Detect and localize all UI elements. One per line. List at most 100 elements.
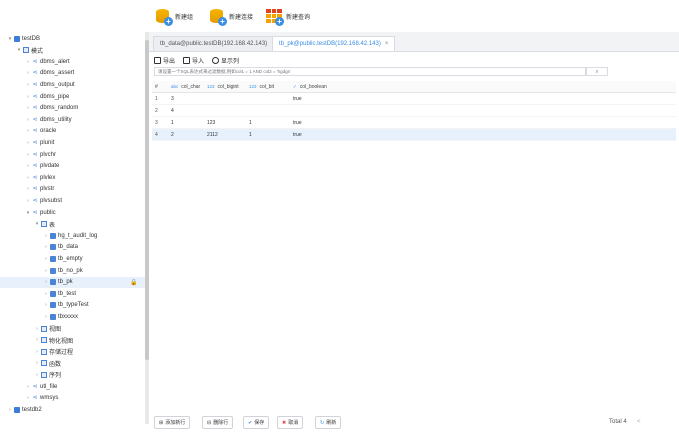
- tree-node[interactable]: › ⋖ dbms_alert: [25, 56, 70, 67]
- tree-node[interactable]: › tb_empty: [43, 253, 83, 264]
- delete-row-button[interactable]: ⊟ 删除行: [202, 416, 234, 429]
- chevron-right-icon[interactable]: ›: [25, 59, 31, 65]
- tree-node[interactable]: ▾ 模式: [16, 45, 43, 56]
- chevron-right-icon[interactable]: ›: [43, 291, 49, 297]
- chevron-right-icon[interactable]: ›: [43, 279, 49, 285]
- tree-node[interactable]: › ⋖ plvlex: [25, 172, 55, 183]
- chevron-down-icon[interactable]: ▾: [16, 47, 22, 53]
- tree-node[interactable]: › ⋖ dbms_utility: [25, 114, 72, 125]
- table-row[interactable]: 4 2 2112 1 true: [152, 128, 676, 141]
- table-cell[interactable]: [246, 104, 290, 117]
- chevron-right-icon[interactable]: ›: [43, 314, 49, 320]
- table-cell[interactable]: [290, 104, 336, 117]
- table-row[interactable]: 1 3 true: [152, 92, 676, 105]
- tree-node[interactable]: ▾ 表: [34, 219, 55, 230]
- chevron-right-icon[interactable]: ›: [25, 140, 31, 146]
- chevron-right-icon[interactable]: ›: [25, 395, 31, 401]
- chevron-right-icon[interactable]: ›: [25, 198, 31, 204]
- chevron-right-icon[interactable]: ›: [43, 302, 49, 308]
- table-cell[interactable]: true: [290, 116, 336, 129]
- table-cell[interactable]: 123: [204, 116, 246, 129]
- tree-node[interactable]: › ⋖ plunit: [25, 137, 54, 148]
- cancel-button[interactable]: ✖ 取消: [277, 416, 304, 429]
- tree-node[interactable]: › ⋖ oracle: [25, 126, 56, 137]
- tree-node[interactable]: › 物化视图: [34, 335, 73, 346]
- chevron-right-icon[interactable]: ›: [25, 82, 31, 88]
- table-cell[interactable]: 2: [168, 128, 204, 141]
- tab-tb-data[interactable]: tb_data@public.testDB(192.168.42.143): [153, 36, 275, 51]
- save-button[interactable]: ✔ 保存: [243, 416, 270, 429]
- table-cell[interactable]: true: [290, 92, 336, 105]
- tree-node[interactable]: › ⋖ plvstr: [25, 184, 54, 195]
- chevron-right-icon[interactable]: ›: [43, 256, 49, 262]
- table-cell[interactable]: true: [290, 128, 336, 141]
- chevron-right-icon[interactable]: ›: [25, 175, 31, 181]
- table-cell[interactable]: 4: [168, 104, 204, 117]
- chevron-right-icon[interactable]: ›: [25, 186, 31, 192]
- tree-node[interactable]: › tb_no_pk: [43, 265, 83, 276]
- tree-node[interactable]: › tb_data: [43, 242, 78, 253]
- chevron-right-icon[interactable]: ›: [25, 117, 31, 123]
- tree-node[interactable]: › ⋖ dbms_random: [25, 103, 78, 114]
- table-cell[interactable]: [204, 104, 246, 117]
- tree-node[interactable]: › 函数: [34, 358, 61, 369]
- tree-node[interactable]: › ⋖ plvdate: [25, 161, 59, 172]
- chevron-right-icon[interactable]: ›: [25, 384, 31, 390]
- chevron-right-icon[interactable]: ›: [34, 326, 40, 332]
- table-cell[interactable]: 1: [246, 128, 290, 141]
- prev-page-button[interactable]: <: [637, 419, 641, 425]
- chevron-right-icon[interactable]: ›: [34, 372, 40, 378]
- tree-node[interactable]: › testdb2: [7, 404, 42, 415]
- close-icon[interactable]: ×: [385, 41, 389, 47]
- table-cell[interactable]: 1: [168, 116, 204, 129]
- tree-node[interactable]: ▾ testDB: [7, 33, 40, 44]
- refresh-button[interactable]: ↻ 刷新: [315, 416, 342, 429]
- column-header[interactable]: 123 col_bit: [246, 81, 290, 93]
- tree-node[interactable]: › 视图: [34, 323, 61, 334]
- chevron-right-icon[interactable]: ›: [43, 244, 49, 250]
- column-header[interactable]: 123 col_bigint: [204, 81, 246, 93]
- chevron-down-icon[interactable]: ▾: [7, 36, 13, 42]
- column-header[interactable]: abc col_char: [168, 81, 204, 93]
- sql-filter-input[interactable]: [154, 67, 586, 76]
- table-cell[interactable]: 2112: [204, 128, 246, 141]
- tree-node[interactable]: ▾ ⋖ public: [25, 207, 56, 218]
- tree-node[interactable]: › tb_test: [43, 288, 76, 299]
- tree-node[interactable]: › 存储过程: [34, 346, 73, 357]
- new-connection-button[interactable]: + 新建连接: [208, 6, 253, 26]
- tree-node[interactable]: › ⋖ dbms_output: [25, 79, 75, 90]
- table-cell[interactable]: 1: [246, 116, 290, 129]
- chevron-right-icon[interactable]: ›: [43, 233, 49, 239]
- show-columns-button[interactable]: 显示列: [212, 55, 239, 65]
- chevron-right-icon[interactable]: ›: [7, 407, 13, 413]
- chevron-right-icon[interactable]: ›: [25, 128, 31, 134]
- table-row[interactable]: 3 1 123 1 true: [152, 116, 676, 129]
- tree-node[interactable]: › tbxxxxx: [43, 311, 78, 322]
- export-button[interactable]: 导出: [154, 55, 175, 65]
- tree-node[interactable]: › ⋖ dbms_assert: [25, 68, 74, 79]
- add-row-button[interactable]: ⊞ 添加新行: [154, 416, 191, 429]
- table-row[interactable]: 24: [152, 104, 676, 117]
- chevron-right-icon[interactable]: ›: [34, 360, 40, 366]
- chevron-down-icon[interactable]: ▾: [34, 221, 40, 227]
- table-cell[interactable]: 3: [168, 92, 204, 105]
- chevron-down-icon[interactable]: ▾: [25, 210, 31, 216]
- tree-node[interactable]: › hg_t_audit_log: [43, 230, 97, 241]
- tree-node[interactable]: › ⋖ plvchr: [25, 149, 56, 160]
- tree-node[interactable]: › ⋖ utl_file: [25, 381, 57, 392]
- chevron-right-icon[interactable]: ›: [25, 105, 31, 111]
- tree-node[interactable]: › 序列: [34, 369, 61, 380]
- chevron-right-icon[interactable]: ›: [25, 163, 31, 169]
- chevron-right-icon[interactable]: ›: [34, 349, 40, 355]
- tab-tb-pk[interactable]: tb_pk@public.testDB(192.168.42.143) ×: [272, 36, 396, 51]
- new-group-button[interactable]: + 新建组: [154, 6, 193, 26]
- table-cell[interactable]: [204, 92, 246, 105]
- search-icon[interactable]: ⌕: [586, 67, 608, 76]
- chevron-right-icon[interactable]: ›: [25, 70, 31, 76]
- tree-node[interactable]: › tb_typeTest: [43, 300, 89, 311]
- tree-node[interactable]: › ⋖ dbms_pipe: [25, 91, 69, 102]
- chevron-right-icon[interactable]: ›: [43, 268, 49, 274]
- tree-node[interactable]: › ⋖ plvsubst: [25, 195, 62, 206]
- import-button[interactable]: 导入: [183, 55, 204, 65]
- chevron-right-icon[interactable]: ›: [34, 337, 40, 343]
